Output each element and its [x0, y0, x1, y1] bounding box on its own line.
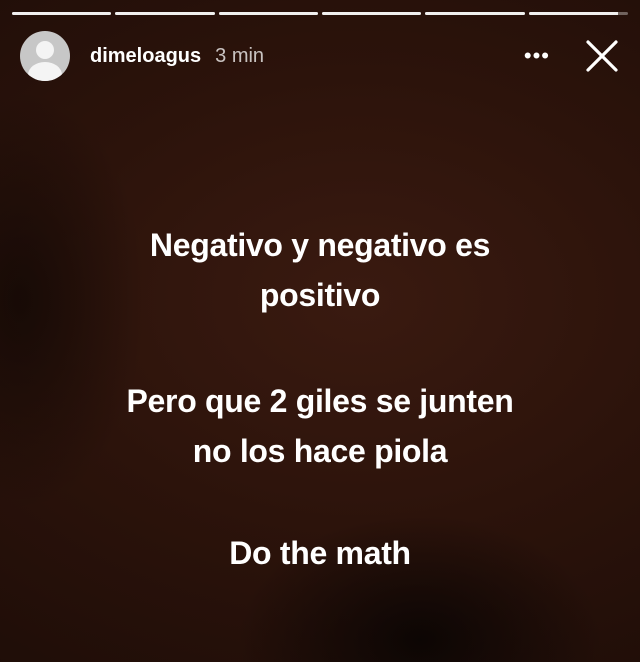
close-button[interactable]	[584, 38, 620, 74]
story-viewer[interactable]: dimeloagus 3 min ••• Negativo y negativo…	[0, 0, 640, 662]
post-time: 3 min	[215, 44, 265, 67]
story-progress-fill	[218, 12, 318, 15]
story-progress-fill	[425, 12, 525, 15]
story-progress-bar	[12, 12, 628, 15]
story-text-line: Do the math	[229, 535, 411, 571]
story-text-line: Pero que 2 giles se junten	[126, 383, 514, 419]
story-progress-fill	[12, 12, 112, 15]
more-options-button[interactable]: •••	[524, 45, 550, 67]
story-progress-segment	[321, 12, 422, 15]
story-text-line: no los hace piola	[192, 433, 448, 469]
story-text-paragraph-1: Negativo y negativo es positivo	[0, 220, 640, 320]
story-progress-fill	[115, 12, 215, 15]
story-progress-segment	[218, 12, 318, 15]
close-icon	[586, 40, 618, 72]
story-progress-segment	[528, 12, 628, 15]
default-profile-icon	[36, 41, 54, 59]
story-text-paragraph-3: Do the math	[0, 528, 640, 578]
story-progress-segment	[115, 12, 215, 15]
story-progress-fill	[321, 12, 422, 15]
story-progress-segment	[425, 12, 525, 15]
story-progress-fill	[528, 12, 619, 15]
story-progress-segment	[12, 12, 112, 15]
story-text-line: positivo	[259, 277, 381, 313]
story-text-paragraph-2: Pero que 2 giles se junten no los hace p…	[0, 376, 640, 476]
story-text-line: Negativo y negativo es	[149, 227, 491, 263]
username[interactable]: dimeloagus	[90, 45, 201, 68]
avatar-body-shape	[28, 62, 62, 81]
story-header: dimeloagus 3 min •••	[20, 28, 620, 84]
avatar[interactable]	[20, 31, 70, 81]
